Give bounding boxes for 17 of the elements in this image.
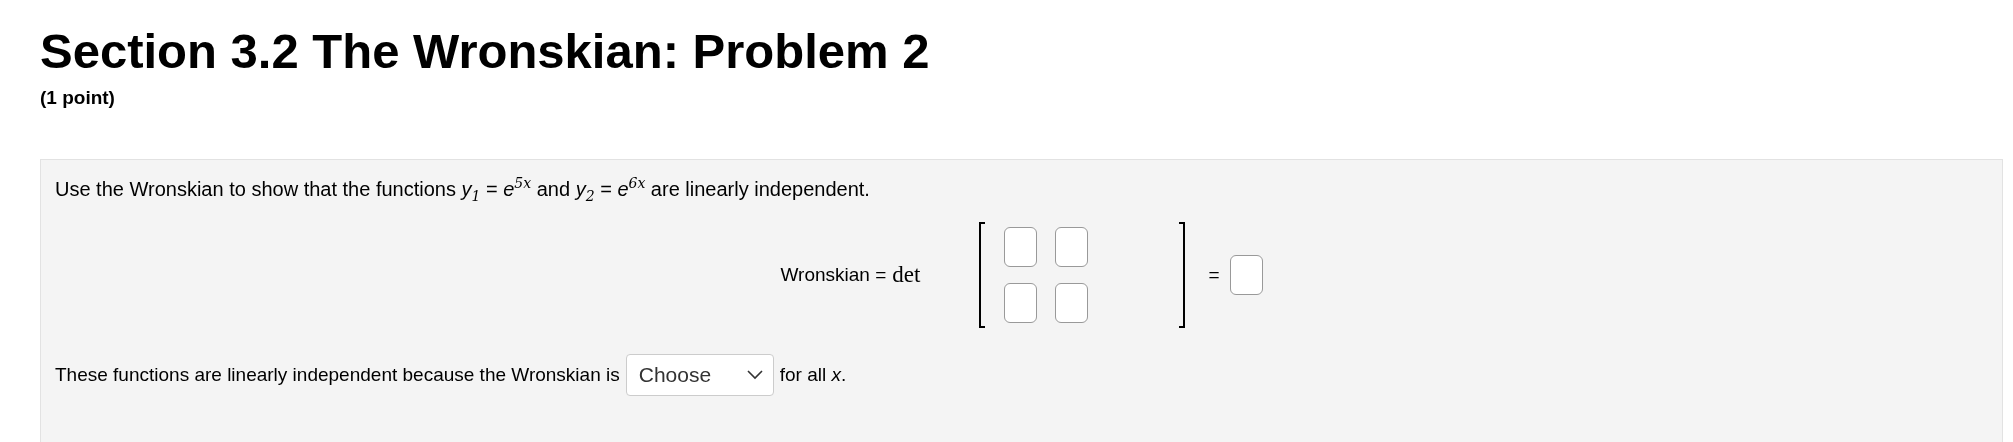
matrix-entry-field[interactable] xyxy=(1055,283,1089,324)
right-bracket-icon xyxy=(1178,222,1187,329)
matrix-entry-field[interactable] xyxy=(1004,227,1038,268)
answer-dropdown[interactable]: Choose xyxy=(625,354,774,397)
equals-sign: = xyxy=(1208,264,1220,287)
points-label: (1 point) xyxy=(40,86,116,109)
conclusion-end-text: for all x. xyxy=(779,364,847,387)
page-title: Section 3.2 The Wronskian: Problem 2 xyxy=(40,23,931,80)
problem-statement: Use the Wronskian to show that the functions y$_{1}$ = e$^{5x}$ and y$_{2}$ = e$^{6x}$ are linearly independent. xyxy=(55,178,870,201)
result-field[interactable] xyxy=(1229,255,1263,296)
det-operator: det xyxy=(892,262,921,289)
matrix-entry-field[interactable] xyxy=(1055,227,1089,268)
conclusion-text: These functions are linearly independent because the Wronskian is xyxy=(55,364,620,387)
left-bracket-icon xyxy=(978,222,987,329)
matrix-entry-field[interactable] xyxy=(1004,283,1038,324)
chevron-down-icon xyxy=(746,370,763,381)
wronskian-label: Wronskian = xyxy=(780,264,887,287)
